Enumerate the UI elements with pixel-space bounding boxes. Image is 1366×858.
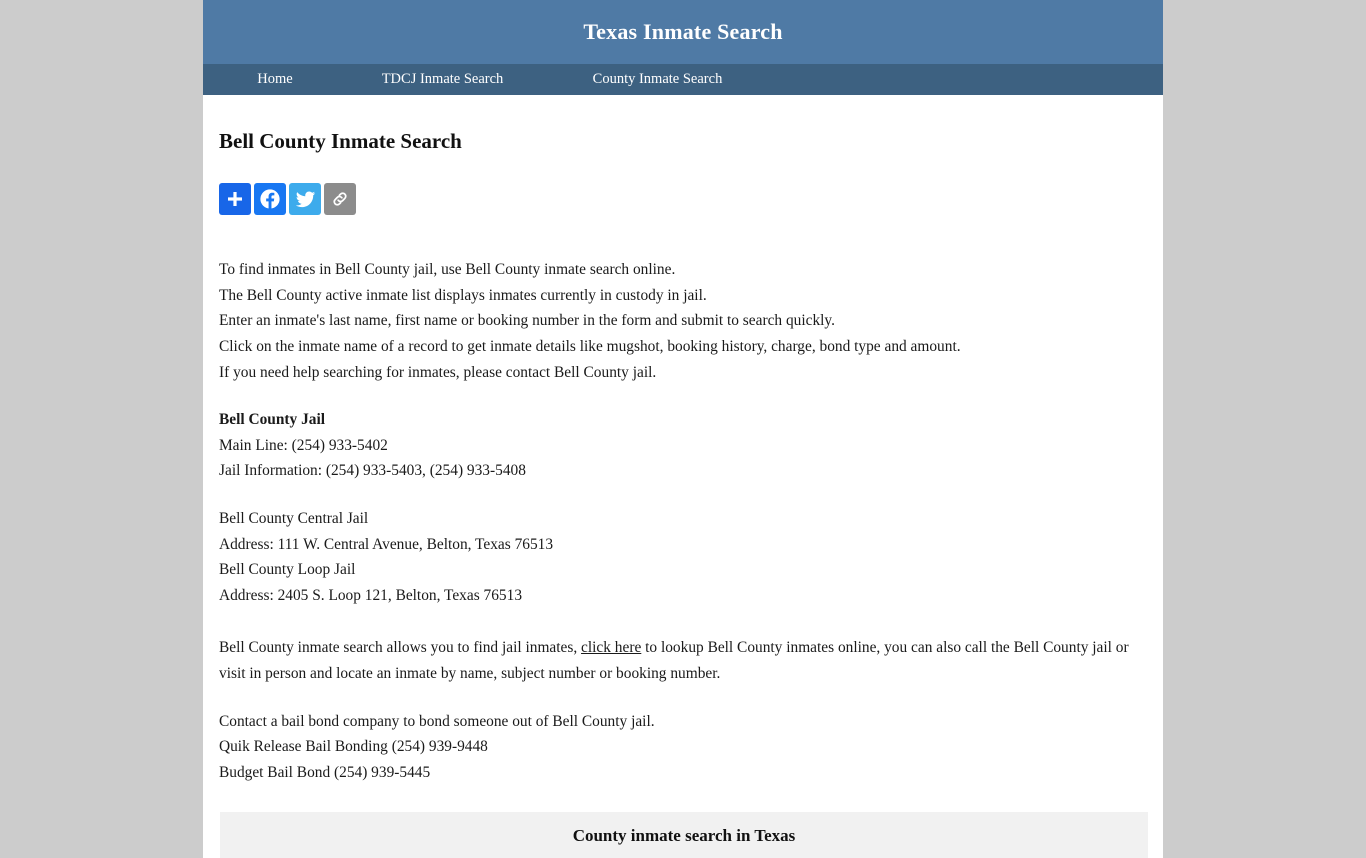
bail-bond-block: Contact a bail bond company to bond some… [219,709,1147,786]
facility-name-loop: Bell County Loop Jail [219,561,356,579]
facebook-share-icon[interactable] [254,183,286,216]
facility-address-loop: Address: 2405 S. Loop 121, Belton, Texas… [219,586,523,604]
site-title: Texas Inmate Search [583,19,783,44]
page-title: Bell County Inmate Search [219,129,462,153]
facility-address-central: Address: 111 W. Central Avenue, Belton, … [219,535,554,553]
jail-main-line: Main Line: (254) 933-5402 [219,436,388,454]
table-header-row: County inmate search in Texas [220,812,1148,858]
search-paragraph-before: Bell County inmate search allows you to … [219,639,582,657]
search-description-paragraph: Bell County inmate search allows you to … [219,635,1144,686]
site-header: Texas Inmate Search [203,0,1163,64]
nav-item-county-inmate-search[interactable]: County Inmate Search [550,64,765,95]
bail-bond-company-2: Budget Bail Bond (254) 939-5445 [219,763,431,781]
county-table-heading: County inmate search in Texas [220,812,1148,858]
jail-information-line: Jail Information: (254) 933-5403, (254) … [219,462,526,480]
copy-link-icon[interactable] [324,183,356,216]
intro-line-2: The Bell County active inmate list displ… [219,286,707,304]
page-container: Texas Inmate Search Home TDCJ Inmate Sea… [203,0,1163,858]
intro-line-5: If you need help searching for inmates, … [219,363,657,381]
bail-bond-intro: Contact a bail bond company to bond some… [219,712,655,730]
nav-item-home[interactable]: Home [215,64,335,95]
intro-paragraph: To find inmates in Bell County jail, use… [219,257,1147,385]
county-inmate-search-table: County inmate search in Texas [220,812,1148,858]
facilities-block: Bell County Central Jail Address: 111 W.… [219,506,1147,608]
share-buttons [219,183,1147,216]
intro-line-3: Enter an inmate's last name, first name … [219,312,835,330]
intro-line-4: Click on the inmate name of a record to … [219,337,961,355]
click-here-link[interactable]: click here [581,639,641,656]
main-navigation: Home TDCJ Inmate Search County Inmate Se… [203,64,1163,95]
main-content: Bell County Inmate Search To find inmate… [203,95,1163,858]
twitter-share-icon[interactable] [289,183,321,216]
jail-contact-block: Bell County Jail Main Line: (254) 933-54… [219,407,1147,484]
county-table-container: County inmate search in Texas [219,812,1148,858]
jail-name-heading: Bell County Jail [219,411,326,429]
intro-line-1: To find inmates in Bell County jail, use… [219,261,676,279]
addthis-share-icon[interactable] [219,183,251,216]
nav-item-tdcj-inmate-search[interactable]: TDCJ Inmate Search [335,64,550,95]
facility-name-central: Bell County Central Jail [219,509,369,527]
bail-bond-company-1: Quik Release Bail Bonding (254) 939-9448 [219,738,488,756]
